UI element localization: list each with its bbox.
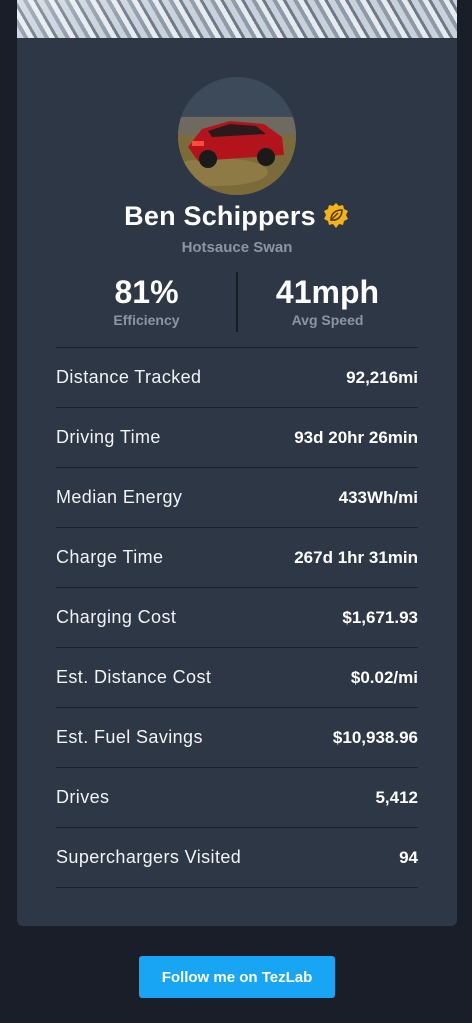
profile-name: Ben Schippers	[124, 200, 316, 231]
avg-speed-value: 41mph	[275, 274, 380, 310]
row-label: Driving Time	[56, 427, 161, 447]
efficiency-stat: 81% Efficiency	[56, 272, 237, 328]
efficiency-value: 81%	[114, 274, 179, 310]
profile-card: Ben Schippers Hotsauce Swan 81% Efficien…	[17, 0, 457, 926]
cover-banner-image	[17, 0, 457, 38]
table-row: Drives 5,412	[56, 768, 418, 828]
row-label: Charge Time	[56, 547, 164, 567]
row-label: Charging Cost	[56, 607, 177, 627]
row-label: Drives	[56, 787, 110, 807]
row-label: Superchargers Visited	[56, 847, 242, 867]
table-row: Distance Tracked 92,216mi	[56, 348, 418, 408]
leaf-badge-icon	[322, 202, 350, 230]
avg-speed-label: Avg Speed	[291, 312, 364, 328]
row-label: Median Energy	[56, 487, 183, 507]
row-value: 93d 20hr 26min	[294, 427, 418, 447]
efficiency-label: Efficiency	[113, 312, 180, 328]
profile-subtitle: Hotsauce Swan	[181, 239, 293, 256]
table-row: Est. Fuel Savings $10,938.96	[56, 708, 418, 768]
stats-table: Distance Tracked 92,216mi Driving Time 9…	[56, 347, 418, 888]
row-label: Est. Fuel Savings	[56, 727, 203, 747]
follow-button[interactable]: Follow me on TezLab	[139, 956, 335, 998]
row-value: 433Wh/mi	[338, 487, 418, 507]
red-car-photo	[178, 77, 296, 195]
table-row: Est. Distance Cost $0.02/mi	[56, 648, 418, 708]
row-value: $10,938.96	[332, 727, 418, 747]
row-value: $0.02/mi	[350, 667, 418, 687]
avg-speed-stat: 41mph Avg Speed	[237, 272, 418, 328]
row-label: Distance Tracked	[56, 367, 202, 387]
avatar	[178, 77, 296, 195]
row-value: 94	[399, 847, 418, 867]
summary-stats: 81% Efficiency 41mph Avg Speed	[56, 272, 418, 334]
table-row: Charging Cost $1,671.93	[56, 588, 418, 648]
row-value: $1,671.93	[342, 607, 418, 627]
table-row: Charge Time 267d 1hr 31min	[56, 528, 418, 588]
row-label: Est. Distance Cost	[56, 667, 212, 687]
row-value: 267d 1hr 31min	[294, 547, 418, 567]
row-value: 5,412	[375, 787, 418, 807]
row-value: 92,216mi	[346, 367, 418, 387]
table-row: Median Energy 433Wh/mi	[56, 468, 418, 528]
table-row: Driving Time 93d 20hr 26min	[56, 408, 418, 468]
table-row: Superchargers Visited 94	[56, 828, 418, 888]
